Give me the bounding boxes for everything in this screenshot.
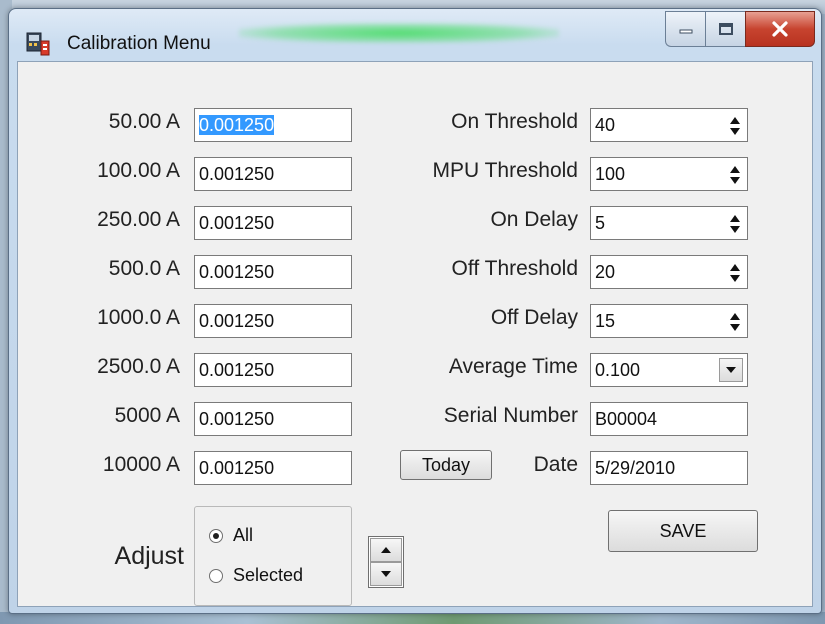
spin-arrows-icon[interactable]	[729, 214, 741, 234]
on-threshold-label: On Threshold	[451, 110, 578, 133]
save-button[interactable]: SAVE	[608, 510, 758, 552]
dropdown-arrow-button[interactable]	[719, 358, 743, 382]
off-threshold-spinner[interactable]: 20	[590, 255, 748, 289]
off-threshold-label: Off Threshold	[451, 257, 578, 280]
mpu-threshold-spinner[interactable]: 100	[590, 157, 748, 191]
calibration-input-100a[interactable]: 0.001250	[194, 157, 352, 191]
selected-text: 0.001250	[199, 115, 275, 135]
radio-all[interactable]: All	[209, 525, 253, 546]
calibration-label-1000a: 1000.0 A	[97, 306, 180, 329]
radio-selected[interactable]: Selected	[209, 565, 303, 586]
mpu-threshold-value: 100	[595, 164, 626, 184]
spin-arrows-icon[interactable]	[729, 312, 741, 332]
date-input[interactable]: 5/29/2010	[590, 451, 748, 485]
calibration-label-500a: 500.0 A	[108, 257, 180, 280]
calibration-input-1000a[interactable]: 0.001250	[194, 304, 352, 338]
calibration-input-5000a[interactable]: 0.001250	[194, 402, 352, 436]
on-threshold-spinner[interactable]: 40	[590, 108, 748, 142]
up-arrow-icon	[381, 547, 391, 553]
date-label: Date	[533, 453, 578, 476]
calibration-input-250a[interactable]: 0.001250	[194, 206, 352, 240]
on-delay-value: 5	[595, 213, 606, 233]
title-bar[interactable]: Calibration Menu	[9, 9, 821, 69]
maximize-button[interactable]	[705, 11, 745, 47]
off-delay-label: Off Delay	[490, 306, 578, 329]
serial-number-label: Serial Number	[443, 404, 578, 427]
close-button[interactable]	[745, 11, 815, 47]
minimize-button[interactable]	[665, 11, 705, 47]
caption-buttons	[665, 11, 815, 47]
client-area: 50.00 A 0.001250 100.00 A 0.001250 250.0…	[17, 61, 813, 607]
adjust-spin-control[interactable]	[368, 536, 404, 588]
calibration-label-50a: 50.00 A	[108, 110, 180, 133]
spin-down-button[interactable]	[370, 562, 402, 586]
spin-arrows-icon[interactable]	[729, 165, 741, 185]
calibration-window: Calibration Menu 50.00 A 0.001250 100.00…	[8, 8, 822, 614]
calibration-app-icon	[26, 32, 50, 56]
close-icon	[772, 21, 788, 37]
radio-selected-label: Selected	[233, 565, 304, 585]
adjust-label: Adjust	[114, 542, 184, 570]
spin-arrows-icon[interactable]	[729, 116, 741, 136]
calibration-input-50a[interactable]: 0.001250	[194, 108, 352, 142]
window-title: Calibration Menu	[67, 33, 211, 54]
dropdown-arrow-icon	[726, 367, 736, 373]
off-threshold-value: 20	[595, 262, 616, 282]
calibration-label-2500a: 2500.0 A	[97, 355, 180, 378]
adjust-radio-group: All Selected	[194, 506, 352, 606]
minimize-icon	[679, 29, 692, 34]
calibration-label-10000a: 10000 A	[102, 453, 180, 476]
calibration-label-100a: 100.00 A	[97, 159, 180, 182]
on-delay-spinner[interactable]: 5	[590, 206, 748, 240]
calibration-input-2500a[interactable]: 0.001250	[194, 353, 352, 387]
calibration-label-5000a: 5000 A	[114, 404, 180, 427]
mpu-threshold-label: MPU Threshold	[432, 159, 578, 182]
serial-number-input[interactable]: B00004	[590, 402, 748, 436]
maximize-icon	[718, 23, 733, 35]
spin-arrows-icon[interactable]	[729, 263, 741, 283]
today-button[interactable]: Today	[400, 450, 492, 480]
radio-button-checked[interactable]	[209, 528, 223, 543]
on-delay-label: On Delay	[490, 208, 578, 231]
off-delay-value: 15	[595, 311, 616, 331]
down-arrow-icon	[381, 571, 391, 577]
calibration-label-250a: 250.00 A	[97, 208, 180, 231]
calibration-input-10000a[interactable]: 0.001250	[194, 451, 352, 485]
average-time-value: 0.100	[595, 360, 641, 380]
on-threshold-value: 40	[595, 115, 616, 135]
average-time-label: Average Time	[448, 355, 578, 378]
average-time-dropdown[interactable]: 0.100	[590, 353, 748, 387]
radio-button-unchecked[interactable]	[209, 568, 223, 583]
spin-up-button[interactable]	[370, 538, 402, 562]
calibration-input-500a[interactable]: 0.001250	[194, 255, 352, 289]
off-delay-spinner[interactable]: 15	[590, 304, 748, 338]
title-glow	[239, 23, 559, 43]
radio-all-label: All	[233, 525, 254, 545]
